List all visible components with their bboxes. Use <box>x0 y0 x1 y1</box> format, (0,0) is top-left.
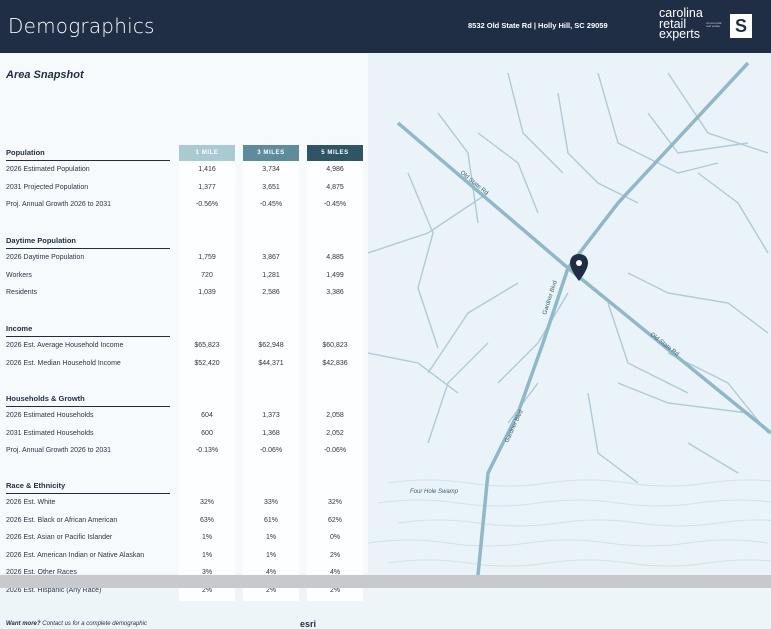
section-title: Income <box>6 324 33 333</box>
cell-value: $44,371 <box>258 359 284 367</box>
logo-mark-icon: S <box>730 14 752 38</box>
cell-value: 604 <box>201 412 213 419</box>
cell-value: 62% <box>327 516 342 524</box>
row-label: 2026 Est. Median Household Income <box>6 359 121 367</box>
snapshot-heading: Area Snapshot <box>6 69 84 81</box>
location-map[interactable]: Old State Rd Old State Rd Gardner Blvd G… <box>368 53 771 575</box>
cell-value: 1,416 <box>198 166 216 173</box>
main-roads <box>396 61 771 575</box>
header-bar: Demographics 8532 Old State Rd | Holly H… <box>0 0 771 53</box>
bottom-bar <box>0 575 771 588</box>
cell-value: 2,058 <box>326 412 344 419</box>
row-label: 2031 Projected Population <box>6 183 89 191</box>
cell-value: 1% <box>265 551 277 559</box>
cell-value: 61% <box>263 516 278 524</box>
minor-roads <box>368 72 769 484</box>
esri-logo: esri <box>300 619 317 629</box>
cell-value: -0.56% <box>195 201 219 209</box>
column-header-3: 5 MILES <box>307 145 363 161</box>
section-title: Daytime Population <box>6 236 77 245</box>
cell-value: 32% <box>327 499 342 506</box>
row-label: 2026 Est. Hispanic (Any Race) <box>6 587 102 594</box>
logo-line-3: experts <box>659 27 700 41</box>
cell-value: 2% <box>265 587 277 594</box>
cell-value: 4,885 <box>326 254 344 261</box>
row-label: 2026 Est. Average Household Income <box>6 342 124 349</box>
cell-value: 4,986 <box>326 166 344 173</box>
footer-note-text: Contact us for a complete demographic <box>40 621 147 627</box>
logo-tagline: commercial real estate <box>706 21 722 28</box>
section-divider <box>6 248 170 249</box>
cell-value: 1% <box>201 534 213 542</box>
cell-value: 1% <box>265 534 277 542</box>
cell-value: $62,948 <box>258 342 284 349</box>
cell-value: 1,759 <box>198 254 216 261</box>
cell-value: 32% <box>199 499 214 506</box>
cell-value: 33% <box>263 499 278 506</box>
water-label: Four Hole Swamp <box>410 489 459 495</box>
column-header-1: 1 MILE <box>179 145 235 161</box>
cell-value: 63% <box>199 516 214 524</box>
cell-value: -0.45% <box>259 201 283 209</box>
location-pin-icon[interactable] <box>570 254 588 281</box>
cell-value: -0.06% <box>259 447 283 455</box>
cell-value: -0.45% <box>323 201 347 209</box>
row-label: Workers <box>6 271 32 279</box>
row-label: Residents <box>6 289 38 297</box>
section-divider <box>6 160 170 161</box>
section-divider <box>6 493 170 494</box>
cell-value: 1,039 <box>198 289 216 297</box>
cell-value: $60,823 <box>322 342 348 349</box>
footer-note: Want more? Contact us for a complete dem… <box>6 621 147 627</box>
page-title: Demographics <box>8 14 155 38</box>
row-label: 2026 Est. White <box>6 499 56 506</box>
company-logo: carolina retail experts commercial real … <box>659 7 721 41</box>
map-svg: Old State Rd Old State Rd Gardner Blvd G… <box>368 61 771 575</box>
cell-value: 2% <box>329 551 341 559</box>
cell-value: 3,867 <box>262 254 280 261</box>
row-label: 2026 Daytime Population <box>6 254 85 261</box>
cell-value: $52,420 <box>194 359 220 367</box>
cell-value: $65,823 <box>194 342 220 349</box>
cell-value: 1,499 <box>326 271 344 279</box>
cell-value: 4,875 <box>326 183 344 191</box>
cell-value: -0.06% <box>323 447 347 455</box>
column-header-2: 3 MILES <box>243 145 299 161</box>
cell-value: 2% <box>329 587 341 594</box>
cell-value: 2,586 <box>262 289 280 297</box>
row-label: 2026 Est. Asian or Pacific Islander <box>6 534 113 542</box>
cell-value: 3,734 <box>262 166 280 173</box>
row-label: 2031 Estimated Households <box>6 429 94 437</box>
cell-value: 3,651 <box>262 183 280 191</box>
row-label: 2026 Est. Black or African American <box>6 516 118 524</box>
cell-value: 1,368 <box>262 429 280 437</box>
road-label-old-state-rd-2: Old State Rd <box>649 332 680 358</box>
cell-value: 1,377 <box>198 183 216 191</box>
cell-value: -0.13% <box>195 447 219 455</box>
cell-value: 1,281 <box>262 271 280 279</box>
footer-note-bold: Want more? <box>6 621 41 627</box>
section-title: Households & Growth <box>6 394 85 403</box>
snapshot-panel: Area Snapshot 1 MILE 3 MILES 5 MILES Popula… <box>0 53 368 629</box>
cell-value: 0% <box>329 534 341 542</box>
section-divider <box>6 336 170 337</box>
row-label: 2026 Estimated Households <box>6 412 94 419</box>
cell-value: 2,052 <box>326 429 344 437</box>
cell-value: 720 <box>201 271 213 279</box>
property-address: 8532 Old State Rd | Holly Hill, SC 29059 <box>468 21 608 30</box>
cell-value: $42,836 <box>322 359 348 367</box>
cell-value: 3,386 <box>326 289 344 297</box>
cell-value: 2% <box>201 587 213 594</box>
row-label: 2026 Est. American Indian or Native Alas… <box>6 551 145 559</box>
section-title: Population <box>6 148 45 157</box>
cell-value: 1% <box>201 551 213 559</box>
section-title: Race & Ethnicity <box>6 481 66 490</box>
cell-value: 600 <box>201 429 213 437</box>
row-label: Proj. Annual Growth 2026 to 2031 <box>6 447 112 455</box>
cell-value: 1,373 <box>262 412 280 419</box>
section-divider <box>6 406 170 407</box>
row-label: Proj. Annual Growth 2026 to 2031 <box>6 201 112 209</box>
row-label: 2026 Estimated Population <box>6 166 90 173</box>
